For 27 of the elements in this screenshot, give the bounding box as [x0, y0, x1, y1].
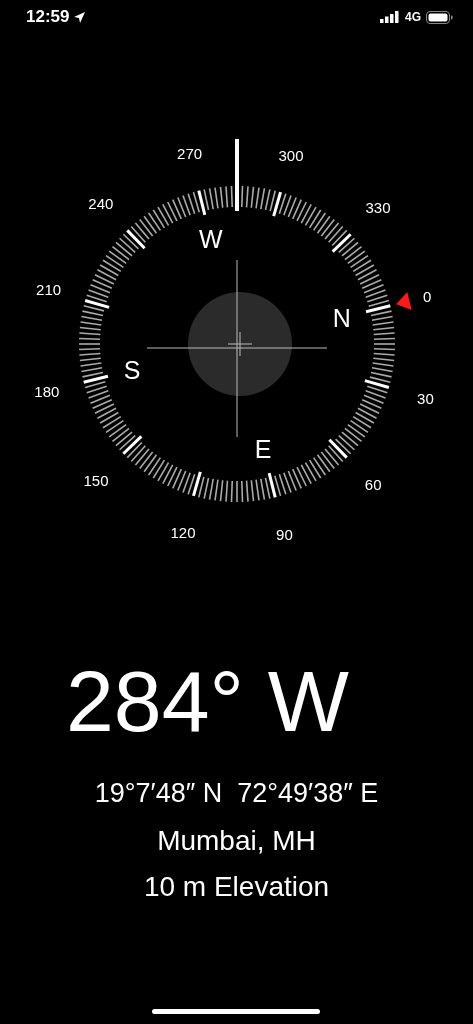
- place-name: Mumbai, MH: [157, 825, 316, 857]
- degree-label: 270: [177, 145, 203, 163]
- cardinal-label: S: [123, 356, 141, 385]
- degree-label: 180: [34, 382, 60, 400]
- degree-label: 30: [417, 389, 434, 407]
- degree-label: 120: [170, 523, 196, 541]
- cardinal-label: N: [332, 303, 351, 332]
- cardinal-label: W: [199, 225, 223, 254]
- degree-label: 150: [83, 471, 109, 489]
- north-pointer-icon: [396, 291, 412, 311]
- degree-label: 240: [88, 194, 114, 212]
- battery-icon: [426, 10, 453, 24]
- degree-label: 90: [276, 525, 293, 543]
- cardinal-label: E: [254, 434, 272, 463]
- location-arrow-icon: [74, 11, 86, 23]
- coordinates-text: 19°7′48″ N 72°49′38″ E: [94, 778, 379, 809]
- network-label: 4G: [405, 10, 421, 24]
- heading-indicator: [235, 139, 239, 211]
- signal-icon: [380, 11, 400, 23]
- elevation-text: 10 m Elevation: [143, 871, 330, 903]
- degree-label: 60: [364, 476, 382, 494]
- degree-label: 330: [365, 199, 391, 217]
- degree-label: 0: [423, 288, 432, 306]
- degree-label: 300: [278, 147, 304, 165]
- degree-label: 210: [36, 281, 62, 299]
- heading-reading: 284° W: [66, 658, 350, 744]
- clock-time: 12:59: [26, 7, 70, 27]
